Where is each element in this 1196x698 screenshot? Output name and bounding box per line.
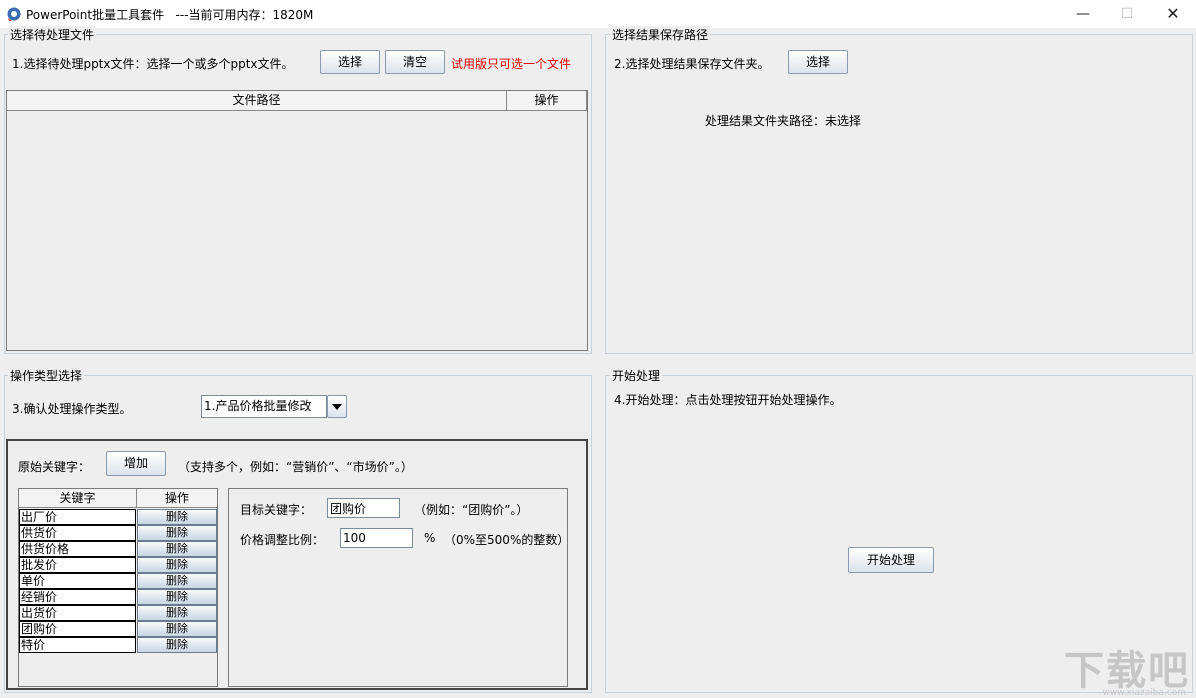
save-path-panel (605, 34, 1193, 354)
target-keyword-input[interactable] (327, 498, 400, 518)
clear-files-button[interactable]: 清空 (385, 50, 445, 74)
keyword-hint: （支持多个，例如：“营销价”、“市场价”。） (178, 460, 413, 474)
chevron-down-icon (332, 404, 342, 410)
keyword-table[interactable]: 关键字 操作 出厂价 删除 供货价 删除 供货价格 删除 批发价 删除 单价 删… (18, 488, 218, 687)
start-instruction: 4.开始处理：点击处理按钮开始处理操作。 (614, 393, 842, 407)
price-ratio-unit: % (424, 531, 436, 545)
keyword-row: 团购价 删除 (19, 621, 217, 637)
keyword-row: 单价 删除 (19, 573, 217, 589)
operation-instruction: 3.确认处理操作类型。 (12, 402, 132, 416)
orig-keyword-label: 原始关键字： (18, 460, 91, 474)
column-header-action: 操作 (507, 91, 587, 111)
column-header-keyword-action: 操作 (137, 489, 217, 508)
keyword-row: 供货价格 删除 (19, 541, 217, 557)
delete-keyword-button[interactable]: 删除 (137, 621, 217, 637)
delete-keyword-button[interactable]: 删除 (137, 637, 217, 653)
keyword-row: 出厂价 删除 (19, 509, 217, 525)
select-files-instruction: 1.选择待处理pptx文件：选择一个或多个pptx文件。 (12, 57, 294, 71)
keyword-cell[interactable]: 出货价 (19, 605, 136, 621)
start-title: 开始处理 (610, 367, 663, 384)
delete-keyword-button[interactable]: 删除 (137, 525, 217, 541)
keyword-cell[interactable]: 批发价 (19, 557, 136, 573)
column-header-file-path: 文件路径 (7, 91, 507, 111)
app-name: PowerPoint批量工具套件 (26, 8, 165, 22)
delete-keyword-button[interactable]: 删除 (137, 509, 217, 525)
keyword-cell[interactable]: 单价 (19, 573, 136, 589)
file-table[interactable]: 文件路径 操作 (6, 90, 588, 351)
keyword-row: 经销价 删除 (19, 589, 217, 605)
minimize-button[interactable]: — (1060, 0, 1106, 28)
delete-keyword-button[interactable]: 删除 (137, 557, 217, 573)
window-title: PowerPoint批量工具套件 ---当前可用内存：1820M (26, 6, 313, 23)
keyword-cell[interactable]: 经销价 (19, 589, 136, 605)
delete-keyword-button[interactable]: 删除 (137, 605, 217, 621)
delete-keyword-button[interactable]: 删除 (137, 589, 217, 605)
watermark-url: www.xiazaiba.com (1102, 688, 1186, 698)
price-ratio-input[interactable] (340, 528, 413, 548)
memory-status: ---当前可用内存：1820M (175, 8, 314, 22)
select-files-button[interactable]: 选择 (320, 50, 380, 74)
keyword-cell[interactable]: 供货价格 (19, 541, 136, 557)
target-keyword-label: 目标关键字： (240, 503, 313, 517)
operation-type-select[interactable]: 1.产品价格批量修改 (201, 395, 347, 418)
keyword-row: 供货价 删除 (19, 525, 217, 541)
title-bar: PowerPoint批量工具套件 ---当前可用内存：1820M — ☐ ✕ (0, 0, 1196, 28)
keyword-row: 出货价 删除 (19, 605, 217, 621)
delete-keyword-button[interactable]: 删除 (137, 541, 217, 557)
result-path-value: 未选择 (825, 114, 862, 128)
save-path-title: 选择结果保存路径 (610, 26, 711, 43)
close-button[interactable]: ✕ (1150, 0, 1196, 28)
add-keyword-button[interactable]: 增加 (106, 451, 166, 476)
operation-type-value: 1.产品价格批量修改 (201, 395, 327, 418)
app-icon (7, 7, 21, 21)
keyword-cell[interactable]: 供货价 (19, 525, 136, 541)
target-keyword-hint: （例如：“团购价”。） (414, 503, 529, 517)
delete-keyword-button[interactable]: 删除 (137, 573, 217, 589)
price-ratio-hint: （0%至500%的整数） (444, 533, 570, 547)
price-ratio-label: 价格调整比例： (240, 533, 325, 547)
maximize-button[interactable]: ☐ (1104, 0, 1150, 28)
result-path-label: 处理结果文件夹路径： (705, 114, 826, 128)
dropdown-arrow-button[interactable] (327, 395, 347, 418)
column-header-keyword: 关键字 (19, 489, 137, 508)
select-files-title: 选择待处理文件 (8, 26, 97, 43)
result-path-display: 处理结果文件夹路径：未选择 (705, 112, 861, 129)
keyword-row: 特价 删除 (19, 637, 217, 653)
trial-notice: 试用版只可选一个文件 (451, 57, 572, 71)
start-processing-button[interactable]: 开始处理 (848, 547, 934, 573)
keyword-cell[interactable]: 出厂价 (19, 509, 136, 525)
keyword-cell[interactable]: 特价 (19, 637, 136, 653)
select-save-folder-button[interactable]: 选择 (788, 50, 848, 74)
operation-title: 操作类型选择 (8, 367, 85, 384)
keyword-row: 批发价 删除 (19, 557, 217, 573)
save-path-instruction: 2.选择处理结果保存文件夹。 (614, 57, 770, 71)
keyword-cell[interactable]: 团购价 (19, 621, 136, 637)
